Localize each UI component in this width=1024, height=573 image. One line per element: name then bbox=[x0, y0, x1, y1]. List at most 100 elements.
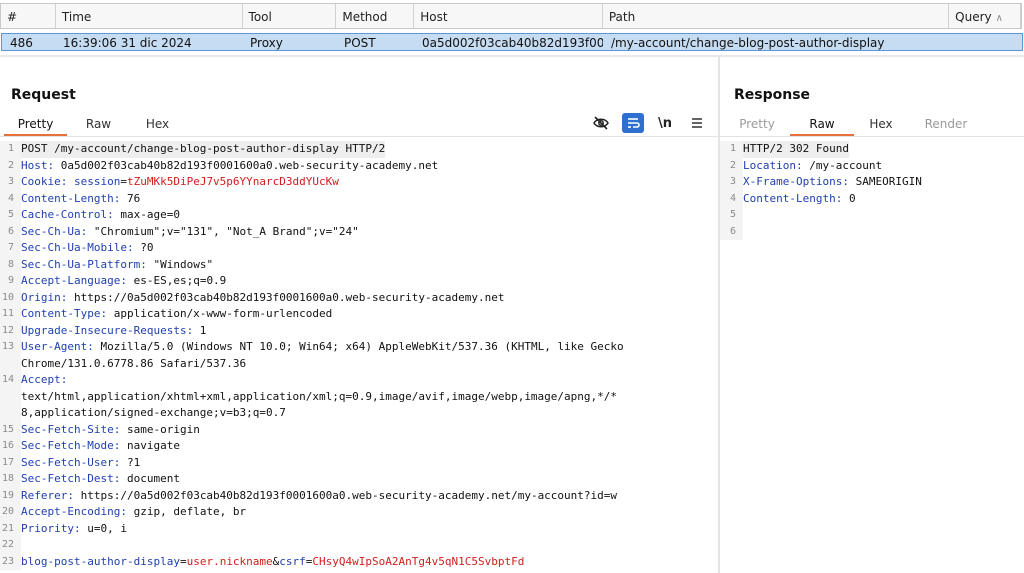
code-text: 8,application/signed-exchange;v=b3;q=0.7 bbox=[21, 406, 286, 419]
line-number: 6 bbox=[720, 223, 743, 240]
header-name: Sec-Ch-Ua-Mobile: bbox=[21, 241, 134, 254]
header-name: Sec-Fetch-User: bbox=[21, 455, 121, 469]
code-text: application/x-www-form-urlencoded bbox=[107, 307, 333, 320]
column-header-path[interactable]: Path bbox=[603, 4, 950, 28]
line-code: X-Frame-Options: SAMEORIGIN bbox=[743, 174, 922, 191]
code-text: 1 bbox=[193, 323, 207, 337]
code-text: POST /my-account/change-blog-post-author… bbox=[21, 142, 386, 155]
code-text: navigate bbox=[120, 439, 180, 452]
history-row-selected[interactable]: 486 16:39:06 31 dic 2024 Proxy POST 0a5d002f… bbox=[1, 33, 1023, 51]
request-line: 9 Accept-Language: es-ES,es;q=0.9 bbox=[0, 273, 718, 290]
line-code: 8,application/signed-exchange;v=b3;q=0.7 bbox=[21, 405, 286, 422]
line-number: 12 bbox=[0, 322, 21, 339]
line-code: blog-post-author-display=user.nickname&c… bbox=[21, 554, 524, 571]
request-tab-pretty[interactable]: Pretty bbox=[4, 114, 67, 136]
response-tab-render[interactable]: Render bbox=[908, 114, 984, 136]
line-code: Sec-Ch-Ua-Mobile: ?0 bbox=[21, 240, 153, 257]
response-tab-underline bbox=[720, 136, 1024, 137]
column-header-time[interactable]: Time bbox=[56, 4, 243, 28]
line-code: Accept-Language: es-ES,es;q=0.9 bbox=[21, 273, 226, 290]
code-text: ?1 bbox=[120, 455, 141, 469]
header-name: Sec-Fetch-Site: bbox=[21, 422, 121, 436]
request-line: 11 Content-Type: application/x-www-form-u… bbox=[0, 306, 718, 323]
line-code: Upgrade-Insecure-Requests: 1 bbox=[21, 323, 206, 340]
header-name: Accept-Encoding: bbox=[21, 505, 127, 518]
code-text: max-age=0 bbox=[113, 208, 180, 221]
line-number: 9 bbox=[0, 273, 21, 290]
response-editor[interactable]: 1 HTTP/2 302 Found 2 Location: /my-account 3… bbox=[720, 141, 1024, 573]
newline-icon[interactable]: \n bbox=[654, 113, 676, 133]
wrap-icon[interactable] bbox=[622, 113, 644, 133]
code-text: https://0a5d002f03cab40b82d193f0001600a0… bbox=[73, 488, 618, 502]
request-tab-hex[interactable]: Hex bbox=[130, 114, 185, 136]
line-number: 2 bbox=[720, 157, 743, 174]
header-name: csrf bbox=[279, 554, 306, 568]
header-name: blog-post-author-display bbox=[21, 554, 180, 568]
request-line: 19 Referer: https://0a5d002f03cab40b82d19… bbox=[0, 487, 718, 505]
line-code: Priority: u=0, i bbox=[21, 521, 127, 538]
code-text: SAMEORIGIN bbox=[848, 175, 922, 188]
request-editor[interactable]: 1 POST /my-account/change-blog-post-autho… bbox=[0, 141, 718, 573]
code-text: es-ES,es;q=0.9 bbox=[126, 274, 227, 287]
line-number: 21 bbox=[0, 520, 21, 537]
code-text: Chrome/131.0.6778.86 Safari/537.36 bbox=[21, 356, 247, 370]
request-line: text/html,application/xhtml+xml,applicat… bbox=[0, 388, 718, 406]
response-tab-hex[interactable]: Hex bbox=[854, 114, 908, 136]
request-line: 17 Sec-Fetch-User: ?1 bbox=[0, 454, 718, 471]
line-code: HTTP/2 302 Found bbox=[743, 141, 849, 158]
request-tab-raw[interactable]: Raw bbox=[67, 114, 130, 136]
request-line: 8 Sec-Ch-Ua-Platform: "Windows" bbox=[0, 256, 718, 273]
line-code: Location: /my-account bbox=[743, 158, 882, 175]
column-header-query[interactable]: Query ∧ bbox=[949, 4, 1021, 28]
code-text: gzip, deflate, br bbox=[126, 505, 247, 518]
line-number: 2 bbox=[0, 157, 21, 174]
column-header-tool[interactable]: Tool bbox=[243, 4, 337, 28]
header-name: Content-Length: bbox=[21, 191, 121, 205]
response-line: 3 X-Frame-Options: SAMEORIGIN bbox=[720, 174, 1024, 191]
response-title: Response bbox=[734, 87, 811, 103]
response-line: 6 bbox=[720, 223, 1024, 240]
line-number: 17 bbox=[0, 454, 21, 471]
menu-icon[interactable] bbox=[686, 113, 708, 133]
line-number: 1 bbox=[720, 141, 743, 158]
line-number: 8 bbox=[0, 256, 21, 273]
header-name: Sec-Fetch-Dest: bbox=[21, 472, 121, 485]
code-text: 76 bbox=[120, 191, 141, 205]
code-text: "Chromium";v="131", "Not_A Brand";v="24" bbox=[87, 224, 359, 238]
line-code: text/html,application/xhtml+xml,applicat… bbox=[21, 389, 617, 406]
line-code: Origin: https://0a5d002f03cab40b82d193f0… bbox=[21, 290, 504, 307]
history-cell-id: 486 bbox=[10, 36, 33, 50]
header-name: Content-Length: bbox=[743, 191, 843, 205]
code-text: u=0, i bbox=[80, 521, 127, 535]
code-text: /my-account bbox=[802, 158, 883, 172]
code-text: https://0a5d002f03cab40b82d193f0001600a0… bbox=[67, 290, 505, 304]
line-code: Sec-Ch-Ua: "Chromium";v="131", "Not_A Br… bbox=[21, 224, 359, 241]
line-code: User-Agent: Mozilla/5.0 (Windows NT 10.0… bbox=[21, 339, 624, 356]
request-tabs: Pretty Raw Hex bbox=[0, 114, 185, 136]
column-header-method[interactable]: Method bbox=[336, 4, 415, 28]
sort-ascending-icon[interactable]: ∧ bbox=[996, 13, 1003, 24]
column-header-[interactable]: # bbox=[1, 4, 56, 28]
response-tab-raw[interactable]: Raw bbox=[790, 114, 854, 136]
column-header-host[interactable]: Host bbox=[414, 4, 603, 28]
line-number: 5 bbox=[0, 207, 21, 224]
code-text: = bbox=[120, 175, 127, 188]
line-number: 3 bbox=[720, 174, 743, 191]
response-tab-pretty[interactable]: Pretty bbox=[724, 114, 790, 136]
response-line: 2 Location: /my-account bbox=[720, 157, 1024, 175]
line-code: Accept-Encoding: gzip, deflate, br bbox=[21, 504, 246, 521]
header-name: Accept: bbox=[21, 373, 68, 386]
param-value: CHsyQ4wIpSoA2AnTg4v5qN1C5SvbptFd bbox=[312, 554, 525, 568]
code-text: 0a5d002f03cab40b82d193f0001600a0.web-sec… bbox=[54, 158, 439, 172]
header-name: Cache-Control: bbox=[21, 208, 114, 221]
eye-off-icon[interactable] bbox=[590, 113, 612, 133]
request-line: 10 Origin: https://0a5d002f03cab40b82d193… bbox=[0, 289, 718, 307]
line-number: 6 bbox=[0, 223, 21, 240]
history-cell-method: POST bbox=[344, 36, 376, 50]
line-code: Referer: https://0a5d002f03cab40b82d193f… bbox=[21, 488, 617, 505]
line-number: 19 bbox=[0, 487, 21, 504]
code-text: same-origin bbox=[120, 422, 200, 436]
header-name: Referer: bbox=[21, 488, 74, 502]
response-line: 4 Content-Length: 0 bbox=[720, 190, 1024, 207]
